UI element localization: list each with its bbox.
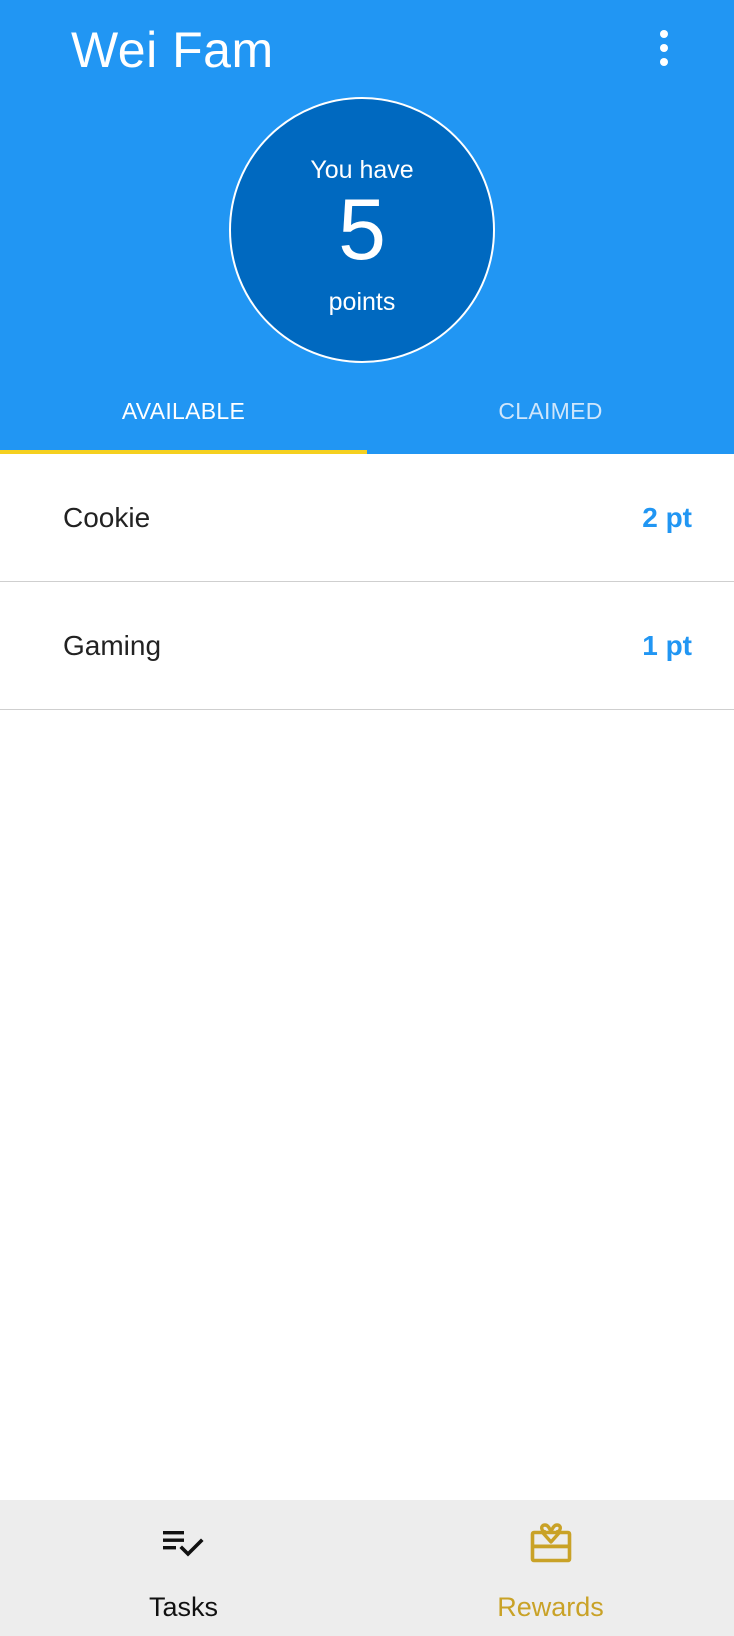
reward-name: Cookie [63,502,151,533]
nav-rewards-label: Rewards [497,1592,604,1622]
reward-cost: 1 pt [642,630,692,661]
more-options-button[interactable] [644,20,684,76]
reward-tabs: AVAILABLE CLAIMED [0,368,734,454]
points-prefix-label: You have [310,156,414,184]
bottom-navigation: Tasks Rewards [0,1500,734,1636]
app-screen: Wei Fam You have 5 points AVAILABLE CLAI… [0,0,734,1636]
header: Wei Fam You have 5 points [0,0,734,368]
page-title: Wei Fam [71,22,274,78]
nav-tasks-label: Tasks [148,1592,219,1622]
tab-available-label: AVAILABLE [121,397,246,424]
list-item[interactable]: Cookie 2 pt [0,454,734,582]
points-suffix-label: points [328,288,396,316]
more-vert-icon [660,30,668,66]
nav-rewards[interactable]: Rewards [367,1500,734,1636]
reward-name: Gaming [63,630,162,661]
reward-cost: 2 pt [642,502,692,533]
list-item[interactable]: Gaming 1 pt [0,582,734,710]
nav-tasks[interactable]: Tasks [0,1500,367,1636]
gift-icon [530,1523,571,1563]
tab-claimed[interactable]: CLAIMED [367,368,734,454]
playlist-check-icon [162,1531,204,1557]
tab-claimed-label: CLAIMED [498,397,603,424]
rewards-list: Cookie 2 pt Gaming 1 pt [0,454,734,710]
points-circle: You have 5 points [229,97,495,363]
points-value: 5 [338,182,386,278]
tab-available[interactable]: AVAILABLE [0,368,367,454]
